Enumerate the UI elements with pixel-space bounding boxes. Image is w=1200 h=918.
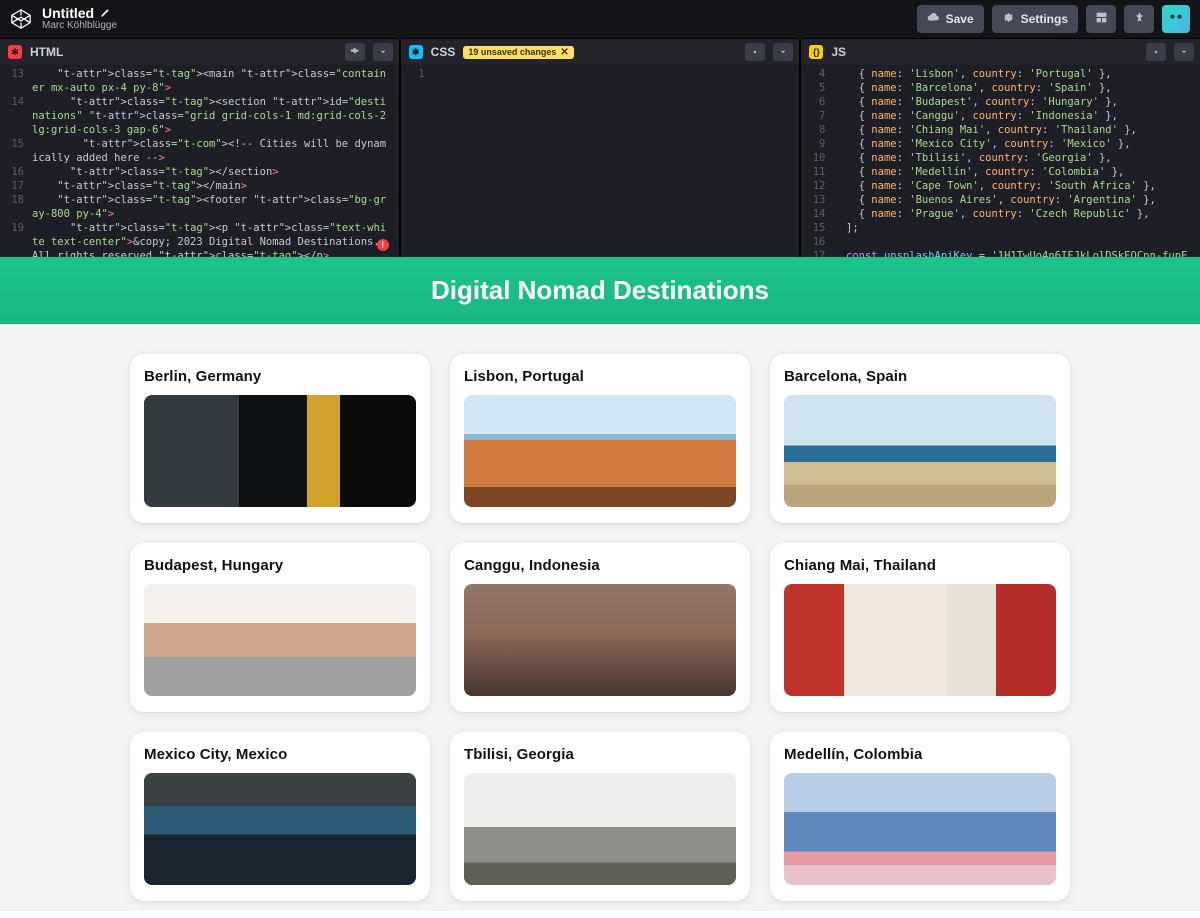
- cloud-icon: [927, 11, 940, 27]
- cards-grid: Berlin, Germany Lisbon, Portugal Barcelona…: [130, 354, 1070, 901]
- save-label: Save: [946, 12, 974, 26]
- pencil-icon[interactable]: [100, 6, 110, 21]
- layout-icon: [1095, 11, 1108, 27]
- card-image: [144, 395, 416, 507]
- card-title: Lisbon, Portugal: [464, 368, 736, 385]
- card-image: [464, 773, 736, 885]
- pen-author[interactable]: Marc Köhlblügge: [42, 21, 117, 32]
- settings-label: Settings: [1021, 12, 1068, 26]
- card-image: [464, 395, 736, 507]
- pin-button[interactable]: [1124, 5, 1154, 33]
- card-image: [144, 773, 416, 885]
- unsaved-text: 19 unsaved changes: [468, 47, 556, 57]
- destination-card[interactable]: Mexico City, Mexico: [130, 732, 430, 901]
- gear-icon: [1002, 11, 1015, 27]
- html-badge-icon: ✻: [8, 45, 22, 59]
- hero-title: Digital Nomad Destinations: [431, 275, 769, 305]
- card-title: Tbilisi, Georgia: [464, 746, 736, 763]
- panel-html-header: ✻ HTML: [0, 39, 399, 65]
- error-indicator-icon[interactable]: !: [377, 239, 389, 251]
- panel-css: ✱ CSS 19 unsaved changes ✕ 1: [401, 39, 802, 257]
- panel-html-chevron-button[interactable]: [373, 43, 393, 61]
- destination-card[interactable]: Tbilisi, Georgia: [450, 732, 750, 901]
- panel-js-header: {} JS: [801, 39, 1200, 65]
- destination-card[interactable]: Chiang Mai, Thailand: [770, 543, 1070, 712]
- save-button[interactable]: Save: [917, 5, 984, 33]
- top-toolbar: Untitled Marc Köhlblügge Save Settings: [0, 0, 1200, 38]
- card-title: Budapest, Hungary: [144, 557, 416, 574]
- unsaved-changes-badge: 19 unsaved changes ✕: [463, 46, 573, 59]
- card-title: Berlin, Germany: [144, 368, 416, 385]
- destination-card[interactable]: Canggu, Indonesia: [450, 543, 750, 712]
- panel-html: ✻ HTML 13 "t-attr">class="t-tag"><main "…: [0, 39, 401, 257]
- card-image: [144, 584, 416, 696]
- card-image: [784, 773, 1056, 885]
- destination-card[interactable]: Medellín, Colombia: [770, 732, 1070, 901]
- js-badge-icon: {}: [809, 45, 823, 59]
- card-image: [784, 395, 1056, 507]
- preview-pane: Digital Nomad Destinations Berlin, Germa…: [0, 257, 1200, 911]
- panel-css-chevron-button[interactable]: [773, 43, 793, 61]
- destination-card[interactable]: Berlin, Germany: [130, 354, 430, 523]
- panel-js: {} JS 4 { name: 'Lisbon', country: 'Port…: [801, 39, 1200, 257]
- panel-js-chevron-button[interactable]: [1174, 43, 1194, 61]
- card-title: Barcelona, Spain: [784, 368, 1056, 385]
- card-image: [784, 584, 1056, 696]
- panel-css-header: ✱ CSS 19 unsaved changes ✕: [401, 39, 800, 65]
- codepen-logo-icon[interactable]: [10, 8, 32, 30]
- css-badge-icon: ✱: [409, 45, 423, 59]
- card-image: [464, 584, 736, 696]
- card-title: Mexico City, Mexico: [144, 746, 416, 763]
- layout-button[interactable]: [1086, 5, 1116, 33]
- panel-js-settings-button[interactable]: [1146, 43, 1166, 61]
- destination-card[interactable]: Barcelona, Spain: [770, 354, 1070, 523]
- destination-card[interactable]: Budapest, Hungary: [130, 543, 430, 712]
- panel-css-label: CSS: [431, 45, 456, 59]
- panel-js-label: JS: [831, 45, 846, 59]
- panel-js-editor[interactable]: 4 { name: 'Lisbon', country: 'Portugal' …: [801, 65, 1200, 257]
- close-icon[interactable]: ✕: [560, 47, 568, 58]
- user-avatar[interactable]: [1162, 5, 1190, 33]
- destination-card[interactable]: Lisbon, Portugal: [450, 354, 750, 523]
- panel-html-editor[interactable]: 13 "t-attr">class="t-tag"><main "t-attr"…: [0, 65, 399, 257]
- card-title: Chiang Mai, Thailand: [784, 557, 1056, 574]
- preview-body: Berlin, Germany Lisbon, Portugal Barcelona…: [0, 324, 1200, 911]
- panel-html-settings-button[interactable]: [345, 43, 365, 61]
- settings-button[interactable]: Settings: [992, 5, 1078, 33]
- panel-css-editor[interactable]: 1: [401, 65, 800, 257]
- panel-html-label: HTML: [30, 45, 63, 59]
- pen-title[interactable]: Untitled: [42, 6, 94, 21]
- card-title: Medellín, Colombia: [784, 746, 1056, 763]
- pin-icon: [1133, 11, 1146, 27]
- preview-hero: Digital Nomad Destinations: [0, 257, 1200, 324]
- pen-title-block: Untitled Marc Köhlblügge: [42, 6, 117, 31]
- panel-css-settings-button[interactable]: [745, 43, 765, 61]
- card-title: Canggu, Indonesia: [464, 557, 736, 574]
- editors-row: ✻ HTML 13 "t-attr">class="t-tag"><main "…: [0, 38, 1200, 257]
